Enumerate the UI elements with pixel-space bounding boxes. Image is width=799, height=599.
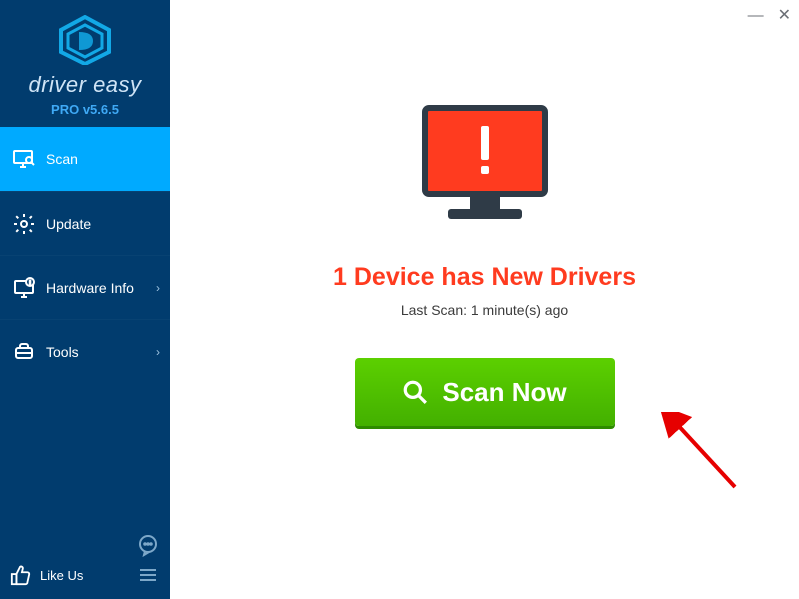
scan-now-button[interactable]: Scan Now bbox=[355, 358, 615, 426]
brand-logo-icon bbox=[0, 15, 170, 70]
bottom-icon-row-top bbox=[10, 533, 160, 557]
nav: Scan Update bbox=[0, 127, 170, 383]
nav-label: Tools bbox=[46, 344, 79, 360]
brand-block: driver easy PRO v5.6.5 bbox=[0, 0, 170, 127]
scan-button-label: Scan Now bbox=[442, 377, 566, 408]
chevron-right-icon: › bbox=[156, 281, 160, 295]
headline: 1 Device has New Drivers bbox=[333, 263, 636, 292]
like-label: Like Us bbox=[40, 568, 83, 583]
feedback-icon[interactable] bbox=[136, 533, 160, 557]
nav-label: Hardware Info bbox=[46, 280, 134, 296]
sidebar: driver easy PRO v5.6.5 Scan bbox=[0, 0, 170, 599]
minimize-button[interactable]: — bbox=[748, 8, 764, 24]
nav-item-tools[interactable]: Tools › bbox=[0, 319, 170, 383]
app-window: driver easy PRO v5.6.5 Scan bbox=[0, 0, 799, 599]
nav-label: Update bbox=[46, 216, 91, 232]
sidebar-bottom: Like Us bbox=[0, 525, 170, 599]
nav-label: Scan bbox=[46, 151, 78, 167]
svg-text:i: i bbox=[29, 281, 30, 287]
alert-monitor-icon bbox=[410, 100, 560, 235]
close-button[interactable]: ✕ bbox=[778, 8, 791, 24]
chevron-right-icon: › bbox=[156, 345, 160, 359]
content: 1 Device has New Drivers Last Scan: 1 mi… bbox=[170, 0, 799, 426]
brand-title: driver easy bbox=[0, 72, 170, 98]
like-us-button[interactable]: Like Us bbox=[10, 564, 83, 586]
hardware-info-icon: i bbox=[12, 276, 36, 300]
bottom-row: Like Us bbox=[10, 563, 160, 587]
brand-version: PRO v5.6.5 bbox=[0, 102, 170, 117]
nav-item-update[interactable]: Update bbox=[0, 191, 170, 255]
main-panel: — ✕ 1 Device has New Drivers Last Scan: … bbox=[170, 0, 799, 599]
menu-icon[interactable] bbox=[136, 563, 160, 587]
nav-item-hardware[interactable]: i Hardware Info › bbox=[0, 255, 170, 319]
last-scan-text: Last Scan: 1 minute(s) ago bbox=[401, 302, 568, 318]
sidebar-spacer bbox=[0, 383, 170, 525]
window-controls: — ✕ bbox=[748, 8, 791, 24]
nav-item-scan[interactable]: Scan bbox=[0, 127, 170, 191]
search-icon bbox=[402, 379, 428, 405]
thumbs-up-icon bbox=[10, 564, 32, 586]
tools-icon bbox=[12, 340, 36, 364]
scan-monitor-icon bbox=[12, 147, 36, 171]
update-gear-icon bbox=[12, 212, 36, 236]
